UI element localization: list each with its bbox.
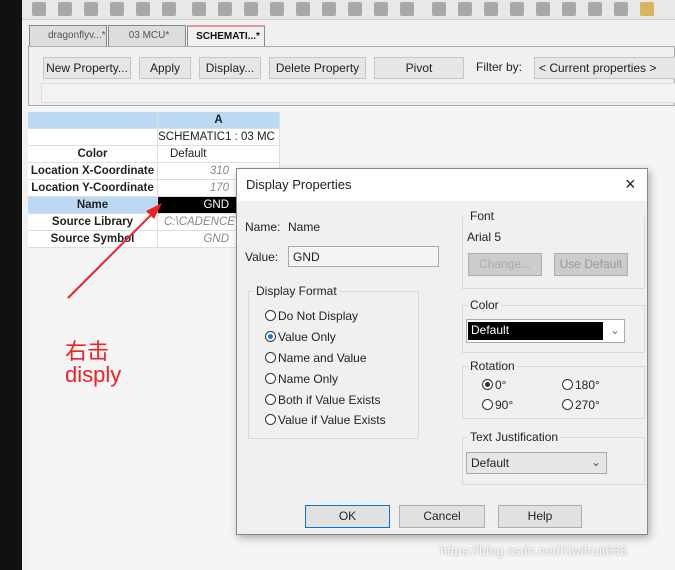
radio-value-only[interactable]: Value Only <box>265 330 336 344</box>
color-group: Color Default ⌄ <box>462 298 645 353</box>
chevron-down-icon: ⌄ <box>609 323 620 337</box>
display-format-group: Display Format Do Not Display Value Only… <box>248 284 419 439</box>
radio-both-if-value-exists[interactable]: Both if Value Exists <box>265 393 381 407</box>
radio-rotation-0[interactable]: 0° <box>482 378 506 392</box>
change-font-button[interactable]: Change... <box>468 253 542 276</box>
use-default-button[interactable]: Use Default <box>554 253 628 276</box>
rotation-group: Rotation 0° 180° 90° 270° <box>462 359 645 419</box>
justification-dropdown[interactable]: Default ⌄ <box>466 452 607 474</box>
radio-rotation-270[interactable]: 270° <box>562 398 600 412</box>
dialog-title-bar: Display Properties <box>237 169 647 201</box>
chevron-down-icon: ⌄ <box>590 455 601 469</box>
watermark: https://blog.csdn.net/Kiwifruit666 <box>440 543 628 558</box>
ok-button[interactable]: OK <box>305 505 390 528</box>
display-properties-dialog: Display Properties × Name: Name Value: G… <box>236 168 648 535</box>
name-label: Name: <box>245 220 281 234</box>
radio-rotation-90[interactable]: 90° <box>482 398 513 412</box>
color-dropdown[interactable]: Default ⌄ <box>466 319 625 343</box>
font-group: Font Arial 5 Change... Use Default <box>462 209 645 289</box>
help-button[interactable]: Help <box>498 505 582 528</box>
radio-rotation-180[interactable]: 180° <box>562 378 600 392</box>
radio-do-not-display[interactable]: Do Not Display <box>265 309 358 323</box>
cancel-button[interactable]: Cancel <box>399 505 485 528</box>
text-justification-group: Text Justification Default ⌄ <box>462 430 645 485</box>
radio-name-only[interactable]: Name Only <box>265 372 338 386</box>
color-selected: Default <box>468 322 603 340</box>
value-input[interactable]: GND <box>288 246 439 267</box>
name-value: Name <box>288 220 321 234</box>
annotation-text-display: disply <box>65 362 122 387</box>
radio-name-and-value[interactable]: Name and Value <box>265 351 367 365</box>
close-icon[interactable]: × <box>625 174 636 195</box>
value-label: Value: <box>245 250 279 264</box>
font-value: Arial 5 <box>467 230 502 244</box>
dialog-title: Display Properties <box>246 177 352 192</box>
radio-value-if-value-exists[interactable]: Value if Value Exists <box>265 413 386 427</box>
